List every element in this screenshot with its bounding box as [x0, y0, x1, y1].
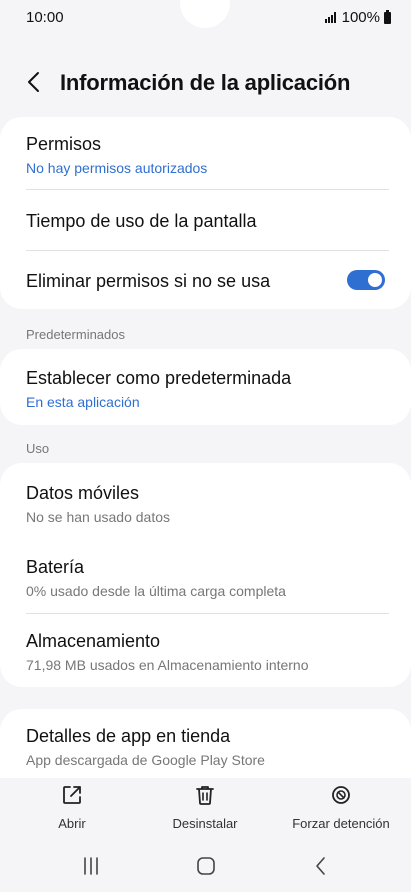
app-bar: Información de la aplicación	[0, 60, 411, 104]
block-icon	[332, 786, 350, 804]
back-nav-button[interactable]	[313, 856, 329, 881]
almacenamiento-title: Almacenamiento	[26, 631, 161, 651]
eliminar-permisos-toggle[interactable]	[347, 270, 385, 290]
permissions-card: Permisos No hay permisos autorizados Tie…	[0, 117, 411, 309]
defaults-card: Establecer como predeterminada En esta a…	[0, 349, 411, 425]
bateria-subtitle: 0% usado desde la última carga completa	[26, 583, 286, 599]
datos-moviles-title: Datos móviles	[26, 483, 140, 503]
usage-card: Datos móviles No se han usado datos Bate…	[0, 463, 411, 687]
status-bar: 10:00 100%	[0, 0, 411, 34]
detalles-tienda-title: Detalles de app en tienda	[26, 726, 231, 746]
back-button[interactable]	[24, 70, 44, 94]
establecer-predeterminada-subtitle: En esta aplicación	[26, 394, 140, 410]
camera-notch	[180, 0, 230, 28]
eliminar-permisos-item[interactable]: Eliminar permisos si no se usa	[0, 251, 411, 309]
datos-moviles-subtitle: No se han usado datos	[26, 509, 170, 525]
recents-icon	[84, 857, 98, 875]
datos-moviles-item[interactable]: Datos móviles No se han usado datos	[0, 463, 411, 538]
permisos-title: Permisos	[26, 134, 102, 154]
abrir-button[interactable]: Abrir	[44, 784, 100, 831]
abrir-label: Abrir	[58, 816, 86, 831]
bateria-item[interactable]: Batería 0% usado desde la última carga c…	[0, 538, 411, 613]
establecer-predeterminada-title: Establecer como predeterminada	[26, 368, 292, 388]
home-button[interactable]	[196, 856, 216, 881]
establecer-predeterminada-item[interactable]: Establecer como predeterminada En esta a…	[0, 349, 411, 425]
bottom-action-bar: Abrir Desinstalar Forzar detención	[0, 778, 411, 840]
toggle-knob	[368, 273, 382, 287]
open-external-icon	[63, 786, 81, 804]
desinstalar-button[interactable]: Desinstalar	[166, 784, 244, 831]
section-header-predeterminados: Predeterminados	[26, 327, 125, 342]
eliminar-permisos-title: Eliminar permisos si no se usa	[26, 271, 271, 291]
permisos-subtitle: No hay permisos autorizados	[26, 160, 208, 176]
detalles-tienda-item[interactable]: Detalles de app en tienda App descargada…	[0, 709, 411, 779]
trash-icon	[196, 786, 214, 805]
status-icons: 100%	[324, 9, 391, 26]
almacenamiento-subtitle: 71,98 MB usados en Almacenamiento intern…	[26, 657, 309, 673]
permisos-item[interactable]: Permisos No hay permisos autorizados	[0, 117, 411, 189]
tiempo-uso-item[interactable]: Tiempo de uso de la pantalla	[0, 190, 411, 250]
battery-icon	[384, 9, 391, 24]
forzar-detencion-label: Forzar detención	[292, 816, 390, 831]
forzar-detencion-button[interactable]: Forzar detención	[286, 784, 396, 831]
battery-percent: 100%	[341, 9, 380, 26]
page-title: Información de la aplicación	[60, 70, 351, 95]
chevron-left-icon	[28, 72, 39, 92]
system-nav-bar	[0, 842, 411, 892]
tiempo-uso-title: Tiempo de uso de la pantalla	[26, 211, 257, 231]
status-time: 10:00	[26, 9, 64, 26]
desinstalar-label: Desinstalar	[172, 816, 238, 831]
signal-icon	[324, 12, 336, 23]
recents-button[interactable]	[82, 856, 100, 881]
section-header-uso: Uso	[26, 441, 50, 456]
back-nav-icon	[316, 857, 325, 875]
home-icon	[197, 857, 215, 875]
bateria-title: Batería	[26, 557, 85, 577]
almacenamiento-item[interactable]: Almacenamiento 71,98 MB usados en Almace…	[0, 614, 411, 687]
detalles-tienda-subtitle: App descargada de Google Play Store	[26, 752, 265, 768]
